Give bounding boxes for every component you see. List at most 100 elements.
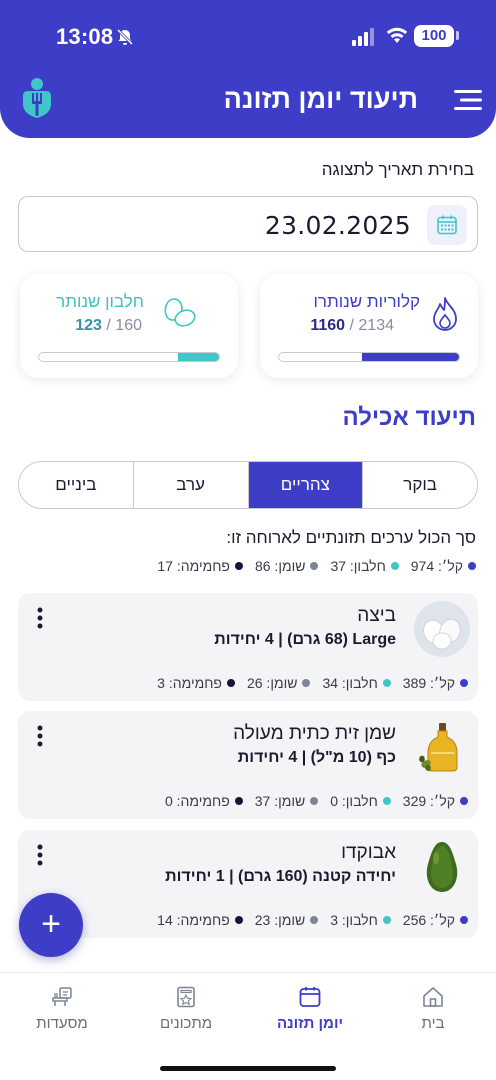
tab-dinner[interactable]: ערב [132,462,248,508]
calories-dot [460,679,468,687]
food-carbs-text: פחמימה: 0 [164,793,230,809]
calories-progress-fill [361,353,459,361]
food-fat-text: שומן: 23 [254,912,306,928]
food-fat: שומן: 26 [246,675,311,691]
flame-icon [433,297,457,331]
food-item-card[interactable]: שמן זית כתית מעולה כף (10 מ"ל) | 4 יחידו… [18,711,478,819]
food-name: שמן זית כתית מעולה [233,723,396,744]
food-item-card[interactable]: ביצה Large (68 גרם) | 4 יחידות קל׳: 389 … [18,593,478,701]
more-options-icon[interactable] [36,844,44,866]
food-protein: חלבון: 3 [330,912,391,928]
nav-restaurants-label: מסעדות [36,1015,88,1032]
protein-dot [382,916,391,924]
status-time: 13:08 [56,24,114,49]
calories-dot [460,916,468,924]
date-calendar-button[interactable] [427,205,467,245]
food-portion: כף (10 מ"ל) | 4 יחידות [237,749,396,766]
protein-remaining-value: 123 [75,317,102,334]
restaurant-icon [52,987,72,1006]
home-icon [423,987,443,1007]
tab-breakfast[interactable]: בוקר [362,462,477,508]
summary-carbs: פחמימה: 17 [157,558,243,574]
signal-icon [352,28,374,46]
nav-nutrition-log-label: יומן תזונה [276,1015,343,1032]
nav-home-label: בית [421,1015,445,1032]
food-fat-text: שומן: 26 [246,675,298,691]
nav-recipes-label: מתכונים [159,1015,213,1032]
tab-snacks[interactable]: ביניים [19,462,133,508]
summary-carbs-text: פחמימה: 17 [157,558,230,574]
calories-values: 1160 / 2134 [310,317,394,335]
app-logo-icon[interactable] [18,76,56,120]
calories-total-value: 2134 [358,317,394,334]
battery-indicator: 100 [414,25,454,47]
more-options-icon[interactable] [36,607,44,629]
add-food-button[interactable]: + [19,893,83,957]
more-options-icon[interactable] [36,725,44,747]
home-indicator [160,1066,336,1071]
app-header: 13:08 100 תיעוד יומן תזונה [0,0,496,138]
food-calories: קל׳: 389 [403,675,468,691]
protein-dot [382,797,391,805]
food-name: אבוקדו [341,842,396,863]
page-title: תיעוד יומן תזונה [223,84,418,114]
egg-outline-icon [164,298,196,327]
food-name: ביצה [357,605,396,626]
status-bar: 13:08 100 [0,0,496,72]
summary-fat-text: שומן: 86 [254,558,306,574]
food-portion: יחידה קטנה (160 גרם) | 1 יחידות [165,868,396,885]
nav-item-restaurants[interactable]: מסעדות [7,985,117,1032]
carbs-dot [234,916,243,924]
wifi-icon [386,27,408,43]
food-item-card[interactable]: אבוקדו יחידה קטנה (160 גרם) | 1 יחידות ק… [18,830,478,938]
food-macros: קל׳: 389 חלבון: 34 שומן: 26 פחמימה: 3 [157,675,468,691]
avocado-icon [426,842,458,892]
meal-summary-macros: קל׳: 974 חלבון: 37 שומן: 86 פחמימה: 17 [157,558,476,574]
hamburger-menu-icon[interactable] [454,88,482,112]
carbs-dot [234,797,243,805]
food-fat: שומן: 23 [254,912,319,928]
tab-lunch[interactable]: צהריים [247,462,363,508]
protein-progress-fill [177,353,219,361]
carbs-dot [226,679,235,687]
food-protein-text: חלבון: 34 [322,675,378,691]
nav-item-nutrition-log[interactable]: יומן תזונה [255,985,365,1032]
battery-nub [456,31,459,40]
protein-remaining-card: חלבון שנותר 123 / 160 [20,274,238,378]
calories-separator: / [345,317,359,334]
protein-dot [382,679,391,687]
date-value: 23.02.2025 [264,211,411,240]
meal-summary-label: סך הכול ערכים תזונתיים לארוחה זו: [226,528,476,547]
food-protein-text: חלבון: 0 [330,793,378,809]
protein-separator: / [101,317,116,334]
calories-progress-bar [278,352,460,362]
summary-calories-text: קל׳: 974 [410,558,463,574]
calories-dot [468,562,476,570]
summary-protein-text: חלבון: 37 [330,558,386,574]
fat-dot [310,916,319,924]
summary-calories: קל׳: 974 [411,558,476,574]
food-carbs-text: פחמימה: 14 [157,912,230,928]
protein-title: חלבון שנותר [56,292,144,311]
calendar-icon [299,987,321,1007]
calories-remaining-card: קלוריות שנותרו 1160 / 2134 [260,274,478,378]
fat-dot [310,797,319,805]
nav-item-home[interactable]: בית [378,985,488,1032]
recipe-book-icon [177,986,195,1008]
nav-item-recipes[interactable]: מתכונים [131,985,241,1032]
summary-fat: שומן: 86 [254,558,319,574]
date-picker-label: בחירת תאריך לתצוגה [321,160,474,179]
food-fat-text: שומן: 37 [254,793,306,809]
food-calories-text: קל׳: 329 [402,793,455,809]
calories-dot [460,797,468,805]
date-picker-field[interactable]: 23.02.2025 [18,196,478,252]
egg-icon [414,601,470,657]
food-calories-text: קל׳: 389 [402,675,455,691]
protein-dot [390,562,399,570]
protein-progress-bar [38,352,220,362]
food-protein: חלבון: 0 [330,793,391,809]
summary-protein: חלבון: 37 [330,558,399,574]
food-protein-text: חלבון: 3 [330,912,378,928]
fat-dot [310,562,319,570]
bottom-navigation: בית יומן תזונה מתכונים מסעדות [0,972,496,1080]
